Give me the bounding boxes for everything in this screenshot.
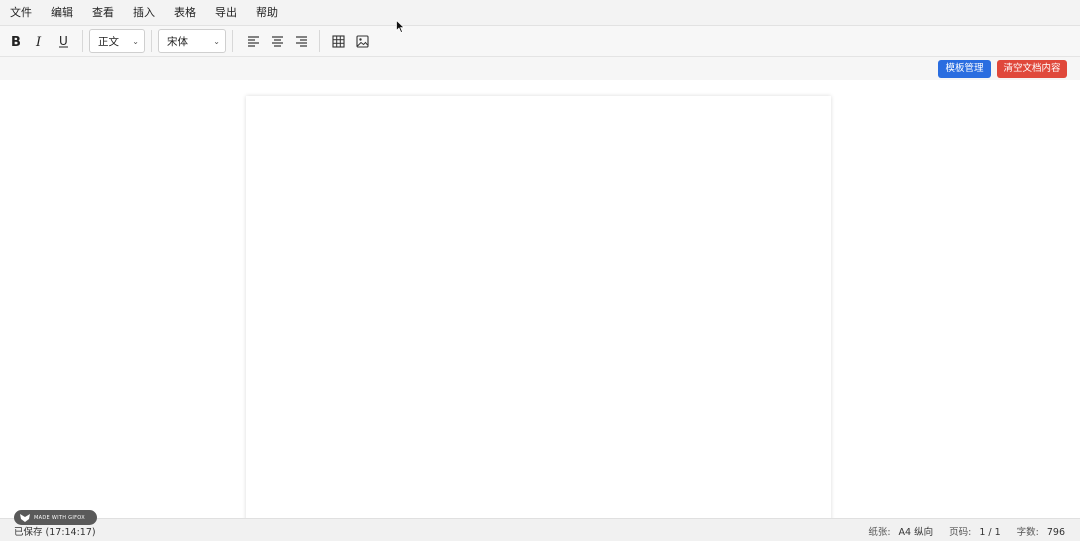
action-bar: 模板管理 清空文档内容 [0, 57, 1080, 80]
watermark-text: MADE WITH GIFOX [34, 514, 85, 521]
align-center-button[interactable] [265, 29, 289, 53]
chevron-down-icon: ⌄ [132, 36, 139, 46]
image-icon [355, 34, 369, 48]
align-left-button[interactable] [241, 29, 265, 53]
toolbar-divider [232, 30, 233, 52]
bold-button[interactable]: B [4, 29, 28, 53]
mouse-cursor-icon [396, 20, 405, 33]
format-toolbar: B I U 正文 ⌄ 宋体 ⌄ [0, 26, 1080, 57]
save-status: 已保存 (17:14:17) [14, 527, 96, 538]
word-count-info: 字数: 796 [1017, 524, 1065, 538]
menu-insert[interactable]: 插入 [126, 0, 162, 26]
italic-icon: I [35, 35, 42, 48]
menu-edit[interactable]: 编辑 [44, 0, 80, 26]
align-right-button[interactable] [289, 29, 313, 53]
menu-table[interactable]: 表格 [167, 0, 203, 26]
paragraph-style-value: 正文 [98, 35, 119, 48]
font-family-value: 宋体 [167, 35, 188, 48]
table-icon [331, 34, 345, 48]
gifox-logo-icon [20, 513, 30, 522]
page-value: 1 / 1 [979, 527, 1001, 538]
paper-label: 纸张: [868, 527, 891, 538]
template-manage-button[interactable]: 模板管理 [938, 60, 991, 78]
word-count-value: 796 [1046, 527, 1065, 538]
editor-workspace [0, 80, 1080, 526]
menu-view[interactable]: 查看 [85, 0, 121, 26]
word-count-label: 字数: [1016, 527, 1039, 538]
toolbar-divider [319, 30, 320, 52]
font-family-select[interactable]: 宋体 ⌄ [158, 29, 226, 53]
insert-image-button[interactable] [350, 29, 374, 53]
paper-info: 纸张: A4 纵向 [868, 524, 933, 538]
insert-table-button[interactable] [326, 29, 350, 53]
menu-export[interactable]: 导出 [208, 0, 244, 26]
underline-button[interactable]: U [52, 29, 76, 53]
italic-button[interactable]: I [28, 29, 52, 53]
underline-icon: U [59, 34, 68, 48]
svg-text:B: B [11, 35, 21, 48]
menu-bar: 文件 编辑 查看 插入 表格 导出 帮助 [0, 0, 1080, 26]
page-label: 页码: [949, 527, 972, 538]
align-right-icon [295, 36, 307, 47]
toolbar-divider [151, 30, 152, 52]
svg-text:U: U [59, 34, 68, 48]
bold-icon: B [11, 35, 21, 48]
paragraph-style-select[interactable]: 正文 ⌄ [89, 29, 145, 53]
paper-value: A4 纵向 [898, 527, 934, 538]
align-left-icon [247, 36, 259, 47]
chevron-down-icon: ⌄ [213, 36, 220, 46]
document-page[interactable] [246, 96, 831, 526]
menu-help[interactable]: 帮助 [249, 0, 285, 26]
svg-text:I: I [35, 35, 42, 48]
watermark-badge: MADE WITH GIFOX [14, 510, 97, 525]
toolbar-divider [82, 30, 83, 52]
page-info: 页码: 1 / 1 [949, 524, 1001, 538]
menu-file[interactable]: 文件 [3, 0, 39, 26]
align-center-icon [271, 36, 283, 47]
clear-document-button[interactable]: 清空文档内容 [997, 60, 1067, 78]
status-info: 纸张: A4 纵向 页码: 1 / 1 字数: 796 [868, 524, 1065, 538]
status-bar: 已保存 (17:14:17) 纸张: A4 纵向 页码: 1 / 1 字数: 796 [0, 518, 1080, 541]
